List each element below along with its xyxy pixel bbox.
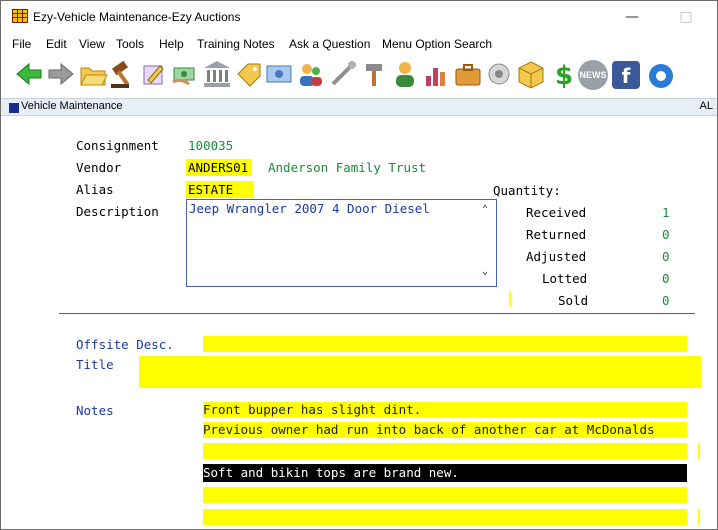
alias-input[interactable]: ESTATE [188,182,233,197]
vendor-label: Vendor [76,160,122,175]
tag-icon[interactable] [232,57,264,91]
title-bar: Ezy-Vehicle Maintenance-Ezy Auctions — □ [1,1,717,33]
section-title: Vehicle Maintenance [21,100,123,112]
settings-icon[interactable] [483,57,515,91]
app-grid-icon [12,9,28,23]
auction-gavel-icon[interactable] [107,57,139,91]
qty-adjusted-label: Adjusted [526,249,587,264]
notes-label: Notes [76,403,114,418]
section-header: Vehicle Maintenance AL [1,98,717,116]
dollar-icon[interactable]: $ [547,57,579,91]
qty-received-value: 1 [662,205,670,220]
menu-tools[interactable]: Tools [116,37,144,51]
quantity-label: Quantity: [493,183,561,198]
qty-returned-value: 0 [662,227,670,242]
chrome-icon[interactable] [645,57,677,91]
section-divider [59,313,695,314]
menu-bar: File Edit View Tools Help Training Notes… [1,35,717,53]
notes-line-4-selected[interactable]: Soft and bikin tops are brand new. [203,464,687,482]
notes-line-3-marker [698,443,700,459]
box-icon[interactable] [515,57,547,91]
description-text: Jeep Wrangler 2007 4 Door Diesel [189,201,430,216]
section-right-text: AL [699,100,713,112]
vendor-code-input[interactable]: ANDERS01 [188,160,248,175]
menu-option-search[interactable]: Menu Option Search [382,37,492,51]
qty-sold-label: Sold [558,293,589,308]
notes-line-3[interactable] [203,443,687,459]
back-arrow-icon[interactable] [13,57,45,91]
vendor-name: Anderson Family Trust [268,160,427,175]
maximize-button[interactable]: □ [671,6,701,28]
minimize-button[interactable]: — [617,6,647,28]
notes-line-6-marker [698,509,700,525]
qty-lotted-value: 0 [662,271,670,286]
bank-icon[interactable] [201,57,233,91]
wrench-icon[interactable] [327,57,359,91]
section-square-icon [9,103,19,113]
qty-sold-value: 0 [662,293,670,308]
qty-adjusted-value: 0 [662,249,670,264]
consignment-value[interactable]: 100035 [188,138,233,153]
news-icon[interactable]: NEWS [578,60,608,90]
hammer-icon[interactable] [358,57,390,91]
consignment-label: Consignment [76,138,159,153]
notes-line-5[interactable] [203,487,687,503]
users-icon[interactable] [295,57,327,91]
briefcase-icon[interactable] [452,57,484,91]
offsite-desc-input[interactable] [203,336,687,352]
menu-help[interactable]: Help [159,37,184,51]
notes-line-6[interactable] [203,509,687,525]
scroll-up-icon[interactable]: ⌃ [482,204,492,215]
menu-training-notes[interactable]: Training Notes [197,37,275,51]
facebook-icon[interactable]: f [612,61,640,89]
money-hand-icon[interactable] [169,57,201,91]
notes-line-2[interactable]: Previous owner had run into back of anot… [203,422,687,438]
toolbar: $ NEWS f [1,54,717,96]
title-label: Title [76,357,114,372]
forward-arrow-icon[interactable] [45,57,77,91]
edit-icon[interactable] [138,57,170,91]
menu-ask-a-question[interactable]: Ask a Question [289,37,370,51]
cash-icon[interactable] [263,57,295,91]
open-folder-icon[interactable] [77,57,109,91]
app-window: Ezy-Vehicle Maintenance-Ezy Auctions — □… [0,0,718,530]
menu-edit[interactable]: Edit [46,37,67,51]
qty-lotted-label: Lotted [542,271,588,286]
notes-line-1[interactable]: Front bupper has slight dint. [203,402,687,418]
qty-received-label: Received [526,205,587,220]
menu-view[interactable]: View [79,37,105,51]
chart-icon[interactable] [420,57,452,91]
svg-text:$: $ [555,61,573,91]
alias-label: Alias [76,182,114,197]
scroll-down-icon[interactable]: ⌄ [482,266,492,277]
description-label: Description [76,204,159,219]
offsite-desc-label: Offsite Desc. [76,337,174,352]
person-icon[interactable] [389,57,421,91]
window-title: Ezy-Vehicle Maintenance-Ezy Auctions [33,10,241,24]
title-input[interactable] [139,356,701,388]
description-textarea[interactable]: Jeep Wrangler 2007 4 Door Diesel ⌃ ⌄ [186,199,497,287]
qty-returned-label: Returned [526,227,587,242]
sold-cursor-marker [509,291,511,307]
menu-file[interactable]: File [12,37,31,51]
